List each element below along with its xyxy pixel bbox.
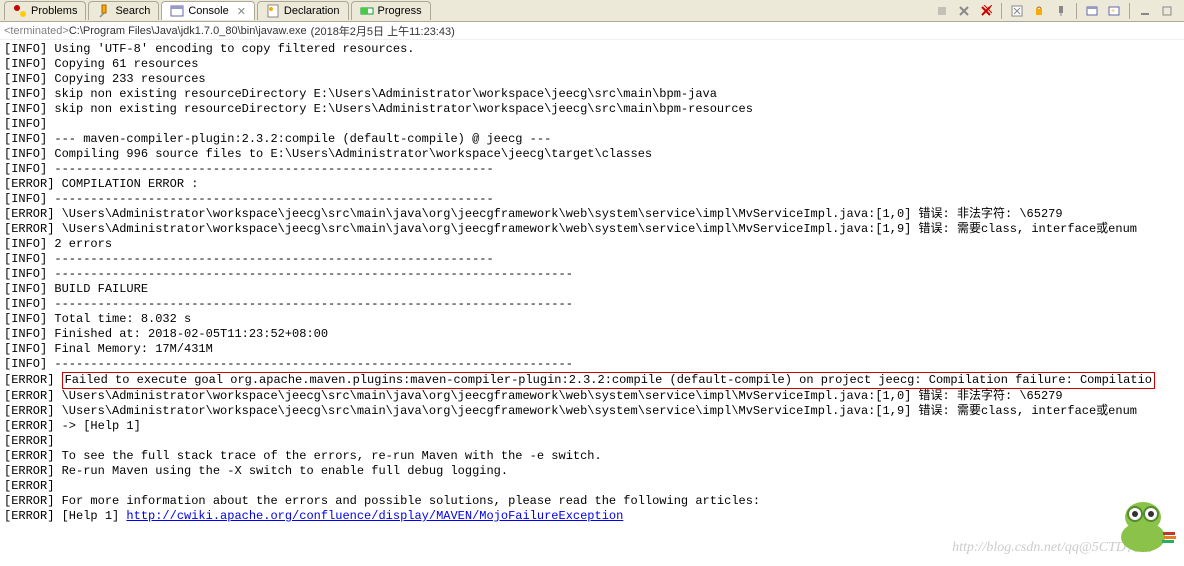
pin-console-icon[interactable] [1052,2,1070,20]
tab-declaration[interactable]: Declaration [257,1,349,20]
console-line: [INFO] skip non existing resourceDirecto… [4,102,1180,117]
console-line: [INFO] ---------------------------------… [4,192,1180,207]
console-line: [INFO] Final Memory: 17M/431M [4,342,1180,357]
svg-text:+: + [1111,8,1115,15]
clear-console-icon[interactable] [1008,2,1026,20]
separator [1001,3,1002,19]
tab-label: Console [188,5,228,17]
console-line: [INFO] 2 errors [4,237,1180,252]
watermark-text: http://blog.csdn.net/qq@5CTD博客 [952,536,1154,556]
console-line: [ERROR] To see the full stack trace of t… [4,449,1180,464]
tab-search[interactable]: Search [88,1,159,20]
terminated-line: <terminated> C:\Program Files\Java\jdk1.… [0,22,1184,40]
minimize-icon[interactable] [1136,2,1154,20]
terminated-path: C:\Program Files\Java\jdk1.7.0_80\bin\ja… [69,25,307,37]
tab-label: Progress [378,5,422,17]
console-line: [INFO] Compiling 996 source files to E:\… [4,147,1180,162]
separator [1129,3,1130,19]
maximize-icon[interactable] [1158,2,1176,20]
console-line-highlighted: [ERROR] Failed to execute goal org.apach… [4,372,1180,389]
terminated-status: <terminated> [4,25,69,37]
remove-launch-icon[interactable] [955,2,973,20]
close-tab-icon[interactable]: ✕ [237,5,246,18]
scroll-lock-icon[interactable] [1030,2,1048,20]
tab-progress[interactable]: Progress [351,1,431,20]
console-line: [INFO] ---------------------------------… [4,357,1180,372]
console-line: [INFO] [4,117,1180,132]
console-line: [INFO] ---------------------------------… [4,252,1180,267]
search-icon [97,4,111,18]
open-console-icon[interactable]: + [1105,2,1123,20]
console-line: [ERROR] \Users\Administrator\workspace\j… [4,389,1180,404]
console-line: [ERROR] \Users\Administrator\workspace\j… [4,404,1180,419]
console-line-link: [ERROR] [Help 1] http://cwiki.apache.org… [4,509,1180,524]
console-line: [INFO] ---------------------------------… [4,297,1180,312]
console-line: [INFO] Copying 61 resources [4,57,1180,72]
declaration-icon [266,4,280,18]
progress-icon [360,4,374,18]
console-line: [INFO] BUILD FAILURE [4,282,1180,297]
console-line: [INFO] ---------------------------------… [4,162,1180,177]
tab-console[interactable]: Console ✕ [161,1,255,20]
console-icon [170,4,184,18]
terminated-date: (2018年2月5日 上午11:23:43) [311,23,455,39]
console-line: [INFO] Finished at: 2018-02-05T11:23:52+… [4,327,1180,342]
console-line: [INFO] Using 'UTF-8' encoding to copy fi… [4,42,1180,57]
console-line: [ERROR] -> [Help 1] [4,419,1180,434]
console-line: [ERROR] [4,434,1180,449]
console-output[interactable]: [INFO] Using 'UTF-8' encoding to copy fi… [0,40,1184,526]
console-line: [INFO] --- maven-compiler-plugin:2.3.2:c… [4,132,1180,147]
tab-label: Problems [31,5,77,17]
console-line: [INFO] Copying 233 resources [4,72,1180,87]
console-line: [ERROR] \Users\Administrator\workspace\j… [4,207,1180,222]
error-highlight-box: Failed to execute goal org.apache.maven.… [62,372,1155,389]
tab-bar: Problems Search Console ✕ Declaration Pr… [0,0,1184,22]
terminate-icon[interactable] [933,2,951,20]
console-line: [ERROR] Re-run Maven using the -X switch… [4,464,1180,479]
console-line: [ERROR] For more information about the e… [4,494,1180,509]
tab-problems[interactable]: Problems [4,1,86,20]
console-line: [INFO] Total time: 8.032 s [4,312,1180,327]
problems-icon [13,4,27,18]
console-line: [INFO] skip non existing resourceDirecto… [4,87,1180,102]
console-line: [ERROR] COMPILATION ERROR : [4,177,1180,192]
remove-all-icon[interactable] [977,2,995,20]
console-line: [ERROR] \Users\Administrator\workspace\j… [4,222,1180,237]
help-link[interactable]: http://cwiki.apache.org/confluence/displ… [126,509,623,523]
tab-label: Search [115,5,150,17]
separator [1076,3,1077,19]
console-line: [ERROR] [4,479,1180,494]
console-line: [INFO] ---------------------------------… [4,267,1180,282]
tab-label: Declaration [284,5,340,17]
console-toolbar: + [933,2,1184,20]
display-selected-icon[interactable] [1083,2,1101,20]
